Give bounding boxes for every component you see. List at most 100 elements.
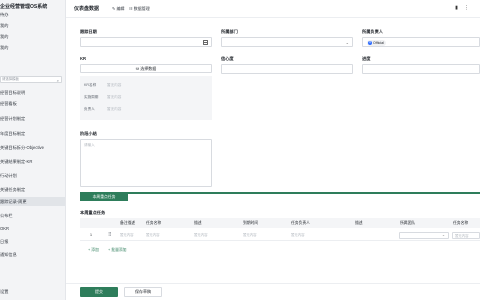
- table-cell[interactable]: 暂无内容: [120, 229, 134, 241]
- kr-cycle-value: 暂无内容: [107, 95, 122, 99]
- sidebar-item-label: 设置: [0, 289, 9, 294]
- table-header: [80, 218, 480, 228]
- column-header: 任务名称: [146, 221, 162, 225]
- sidebar-item-settings[interactable]: 设置: [0, 287, 65, 296]
- table-cell[interactable]: 暂无内容: [194, 229, 208, 241]
- page-title: 仪表盘数据: [74, 6, 100, 12]
- owner-tag: O Official: [367, 39, 386, 46]
- more-icon[interactable]: ⋮: [464, 5, 469, 11]
- sidebar-item-label: 日报: [0, 239, 9, 244]
- owner-label: 所属负责人: [362, 29, 383, 34]
- summary-label: 阶段小结: [80, 131, 97, 136]
- sidebar-search-input[interactable]: 请选择模板 ⌕: [0, 76, 62, 83]
- table-cell: 暂无内容: [455, 234, 469, 238]
- sidebar-item-label: 经营目标说明: [0, 90, 26, 95]
- table-title: 本周重点任务: [80, 210, 106, 215]
- chevron-down-icon: ⌄: [441, 233, 445, 237]
- sidebar-item-plan[interactable]: 经营计划制定: [0, 114, 65, 123]
- date-label: 跟踪日期: [80, 29, 97, 34]
- row-index: 1: [90, 233, 92, 237]
- sidebar-item-label: 关键目标拆分-Objective: [0, 145, 44, 150]
- sidebar-item-mine-1[interactable]: 我的: [0, 21, 65, 30]
- kr-label: KR: [80, 56, 87, 61]
- column-header: 描述: [194, 221, 202, 225]
- sidebar-item-notice-board[interactable]: 公布栏: [0, 211, 65, 220]
- sidebar-item-mine-2[interactable]: 我的: [0, 32, 65, 41]
- progress-label: 进度: [362, 56, 371, 61]
- kr-owner-label: 负责人: [84, 107, 95, 111]
- sidebar-item-action-plan[interactable]: 行动计划: [0, 171, 65, 180]
- sidebar-item-label: 通知信息: [0, 252, 17, 257]
- table-cell[interactable]: 暂无内容: [243, 229, 257, 241]
- avatar: O: [368, 40, 372, 45]
- search-icon: ⌕: [56, 77, 59, 83]
- batch-add-button[interactable]: + 批量添加: [108, 248, 126, 253]
- chevron-down-icon: ⌄: [345, 39, 349, 45]
- app-title: 企业经营管理OS系统: [0, 4, 48, 10]
- section-divider: [80, 192, 480, 194]
- sidebar-item-label: 我的: [0, 45, 9, 50]
- sidebar-item-label: 年度目标制定: [0, 131, 26, 136]
- edit-button[interactable]: ✎ 编辑: [112, 6, 124, 12]
- delete-icon[interactable]: ▮: [454, 5, 459, 11]
- table-cell[interactable]: 暂无内容: [291, 229, 305, 241]
- column-header: 备注描述: [120, 221, 136, 225]
- summary-textarea[interactable]: 请输入: [80, 139, 212, 187]
- sidebar-item-notifications[interactable]: 通知信息: [0, 250, 65, 259]
- select-data-button[interactable]: ⛁ 选择数据: [80, 64, 212, 73]
- tab-weekly-tasks[interactable]: 本周重点任务: [80, 194, 128, 201]
- team-select[interactable]: ⌄: [399, 232, 449, 239]
- column-header: 到期时间: [243, 221, 259, 225]
- confidence-input[interactable]: [221, 64, 353, 74]
- submit-button[interactable]: 提交: [80, 287, 118, 297]
- sidebar-item-goal-desc[interactable]: 经营目标说明: [0, 88, 65, 97]
- kr-info-panel: KR名称 暂无内容 实施周期 暂无内容 负责人 暂无内容: [80, 76, 212, 120]
- select-data-label: 选择数据: [140, 66, 157, 71]
- progress-input[interactable]: [362, 64, 480, 74]
- sidebar-item-key-task[interactable]: 关键任务制定: [0, 185, 65, 194]
- sidebar-item-label: 跟踪记录-周更: [0, 199, 27, 204]
- dept-select[interactable]: ⌄: [221, 37, 353, 47]
- footer-divider: [66, 283, 480, 284]
- summary-placeholder: 请输入: [84, 143, 95, 147]
- sidebar-item-label: 关键结果制定-KR: [0, 159, 33, 164]
- sidebar-item-todo[interactable]: 待办: [0, 10, 65, 19]
- sidebar-item-label: OKR: [0, 226, 10, 231]
- sidebar-item-annual-goal[interactable]: 年度目标制定: [0, 129, 65, 138]
- sidebar-item-mine-3[interactable]: 我的: [0, 43, 65, 52]
- table-cell[interactable]: 暂无内容: [146, 229, 160, 241]
- top-bar: 仪表盘数据 ✎ 编辑 ☷ 数据管理 ▮ ⋮: [66, 0, 480, 18]
- sidebar-item-label: 我的: [0, 23, 9, 28]
- date-input[interactable]: [80, 37, 212, 47]
- edit-icon: ✎: [112, 6, 116, 11]
- sidebar-item-label: 我的: [0, 34, 9, 39]
- save-draft-button[interactable]: 保存草稿: [124, 287, 162, 297]
- column-header: 描述: [355, 221, 363, 225]
- add-row-button[interactable]: + 添加: [88, 248, 99, 253]
- kr-cycle-label: 实施周期: [84, 95, 99, 99]
- sidebar-item-kr[interactable]: 关键结果制定-KR: [0, 157, 65, 166]
- sidebar-item-daily[interactable]: 日报: [0, 237, 65, 246]
- column-header: 任务名称: [453, 221, 469, 225]
- search-placeholder: 请选择模板: [2, 77, 19, 81]
- sidebar-item-okr[interactable]: OKR: [0, 224, 65, 233]
- confidence-label: 信心度: [221, 56, 234, 61]
- sidebar-item-dashboard[interactable]: 经营看板: [0, 99, 65, 108]
- manage-icon: ☷: [129, 6, 133, 11]
- sidebar-item-label: 关键任务制定: [0, 187, 26, 192]
- owner-tag-label: Official: [373, 40, 384, 45]
- data-manage-button[interactable]: ☷ 数据管理: [129, 6, 150, 12]
- manage-label: 数据管理: [133, 6, 150, 11]
- database-icon: ⛁: [135, 66, 140, 71]
- sidebar-item-label: 经营计划制定: [0, 116, 26, 121]
- calendar-icon: [203, 40, 208, 45]
- sidebar-item-tracking[interactable]: 跟踪记录-周更: [0, 197, 65, 206]
- sidebar-item-objective[interactable]: 关键目标拆分-Objective: [0, 143, 65, 152]
- kr-name-label: KR名称: [84, 83, 97, 87]
- owner-field[interactable]: O Official: [362, 37, 480, 47]
- kr-owner-value: 暂无内容: [107, 107, 122, 111]
- task-name-input[interactable]: 暂无内容: [452, 232, 480, 239]
- sidebar: 企业经营管理OS系统 待办 我的 我的 我的 请选择模板 ⌕ 经营目标说明 经营…: [0, 0, 66, 300]
- drag-handle-icon[interactable]: ⠿: [108, 232, 113, 238]
- column-header: 任务负责人: [291, 221, 310, 225]
